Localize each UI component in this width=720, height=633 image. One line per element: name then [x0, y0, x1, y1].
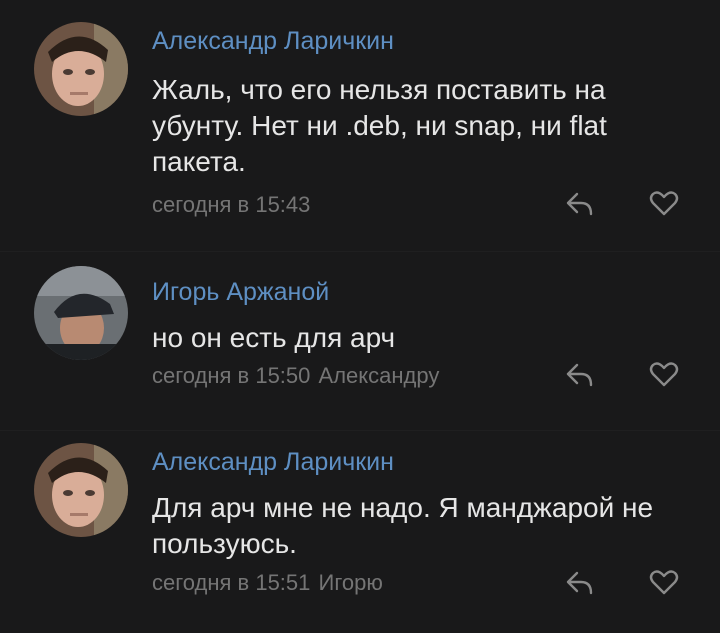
- heart-icon[interactable]: [646, 186, 682, 222]
- reply-arrow-icon[interactable]: [562, 186, 598, 222]
- comment-item: Игорь Аржаной но он есть для арч сегодня…: [0, 252, 720, 430]
- avatar[interactable]: [34, 266, 128, 360]
- avatar[interactable]: [34, 443, 128, 537]
- reply-to-name[interactable]: Александру: [319, 363, 440, 388]
- comment-text: но он есть для арч: [152, 322, 396, 353]
- comment-meta: сегодня в 15:43: [152, 192, 310, 218]
- reply-arrow-icon[interactable]: [562, 357, 598, 393]
- comment-item: Александр Ларичкин Для арч мне не надо. …: [0, 431, 720, 633]
- reply-to-name[interactable]: Игорю: [319, 570, 383, 595]
- comment-author[interactable]: Александр Ларичкин: [152, 27, 394, 56]
- comment-time: сегодня в 15:50: [152, 363, 311, 388]
- avatar[interactable]: [34, 22, 128, 116]
- comment-text: Жаль, что его нельзя поставить на убунту…: [152, 74, 607, 177]
- comment-time: сегодня в 15:51: [152, 570, 311, 595]
- comment-text: Для арч мне не надо. Я манджарой не поль…: [152, 492, 654, 559]
- comment-author[interactable]: Александр Ларичкин: [152, 448, 394, 477]
- comment-author[interactable]: Игорь Аржаной: [152, 278, 329, 307]
- comment-item: Александр Ларичкин Жаль, что его нельзя …: [0, 0, 720, 250]
- reply-arrow-icon[interactable]: [562, 565, 598, 601]
- heart-icon[interactable]: [646, 565, 682, 601]
- comment-time: сегодня в 15:43: [152, 192, 311, 217]
- heart-icon[interactable]: [646, 357, 682, 393]
- comment-meta: сегодня в 15:50 Александру: [152, 363, 439, 389]
- comment-meta: сегодня в 15:51 Игорю: [152, 570, 383, 596]
